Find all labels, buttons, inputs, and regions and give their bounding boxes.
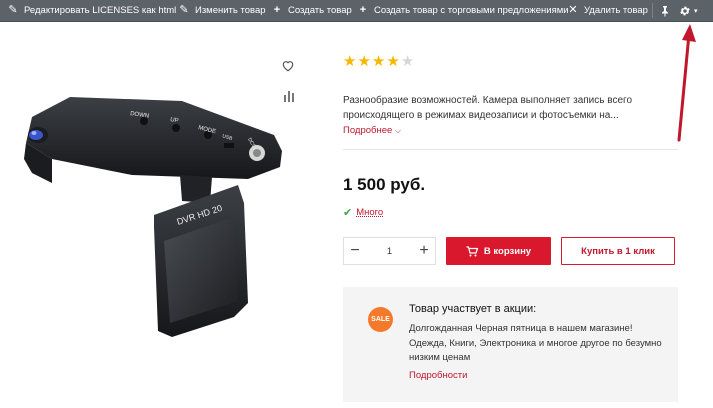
stock-status: ✔ Много	[343, 206, 383, 219]
stock-label[interactable]: Много	[356, 207, 383, 218]
sale-badge: SALE	[368, 307, 393, 332]
product-image[interactable]: DOWN UP MODE USB DC5V DVR HD 20	[12, 55, 294, 365]
delete-product-button[interactable]: ✕ Удалить товар	[567, 0, 648, 21]
plus-icon: +	[273, 4, 281, 16]
promo-details-link[interactable]: Подробности	[409, 370, 467, 381]
create-with-offers-button[interactable]: + Создать товар с торговыми предложениям…	[357, 0, 569, 21]
increase-quantity-button[interactable]: +	[413, 238, 435, 264]
divider	[343, 149, 678, 150]
create-product-button[interactable]: + Создать товар	[271, 0, 352, 21]
product-description: Разнообразие возможностей. Камера выполн…	[343, 95, 632, 121]
edit-product-label: Изменить товар	[195, 5, 266, 16]
promo-title: Товар участвует в акции:	[409, 303, 537, 315]
settings-button[interactable]: ▾	[679, 0, 698, 21]
rating-stars: ★ ★ ★ ★ ★	[343, 54, 415, 69]
star-empty-icon: ★	[400, 53, 415, 70]
create-with-offers-label: Создать товар с торговыми предложениями	[374, 5, 569, 16]
buy-one-click-button[interactable]: Купить в 1 клик	[561, 237, 675, 265]
edit-licenses-label: Редактировать LICENSES как html	[24, 5, 177, 16]
pin-button[interactable]	[659, 0, 676, 21]
edit-product-button[interactable]: ✎ Изменить товар	[178, 0, 266, 21]
create-product-label: Создать товар	[288, 5, 352, 16]
add-to-cart-label: В корзину	[483, 245, 532, 257]
pencil-icon: ✎	[8, 4, 18, 16]
cart-icon	[466, 245, 478, 256]
quantity-stepper: − +	[343, 237, 436, 265]
decrease-quantity-button[interactable]: −	[344, 238, 366, 264]
close-icon: ✕	[568, 4, 578, 16]
gear-icon	[679, 5, 691, 17]
star-filled-icon: ★	[343, 53, 357, 70]
edit-licenses-button[interactable]: ✎ Редактировать LICENSES как html	[7, 0, 176, 21]
buy-one-click-label: Купить в 1 клик	[581, 245, 655, 257]
star-filled-icon: ★	[386, 53, 400, 70]
more-link[interactable]: Подробнее ⌵	[343, 125, 401, 136]
product-price: 1 500 руб.	[343, 175, 426, 194]
heart-icon	[282, 61, 294, 72]
plus-icon: +	[359, 4, 367, 16]
compare-button[interactable]	[283, 89, 295, 107]
promo-block: SALE Товар участвует в акции: Долгожданн…	[343, 287, 678, 402]
favorite-button[interactable]	[281, 59, 295, 77]
admin-toolbar: ✎ Редактировать LICENSES как html ✎ Изме…	[0, 0, 713, 22]
add-to-cart-button[interactable]: В корзину	[446, 237, 551, 265]
dashcam-illustration: DOWN UP MODE USB DC5V DVR HD 20	[24, 97, 282, 337]
more-link-label: Подробнее	[343, 125, 393, 136]
star-filled-icon: ★	[357, 53, 371, 70]
chevron-down-icon: ⌵	[394, 126, 401, 135]
delete-product-label: Удалить товар	[584, 5, 648, 16]
quantity-input[interactable]	[366, 244, 413, 258]
checkmark-icon: ✔	[343, 207, 353, 219]
pencil-icon: ✎	[179, 4, 189, 16]
compare-bars-icon	[284, 91, 294, 102]
promo-text: Долгожданная Черная пятница в нашем мага…	[409, 323, 662, 363]
chevron-down-icon: ▾	[694, 7, 698, 15]
pin-icon	[659, 5, 671, 17]
star-filled-icon: ★	[371, 53, 386, 70]
toolbar-divider	[652, 3, 653, 18]
